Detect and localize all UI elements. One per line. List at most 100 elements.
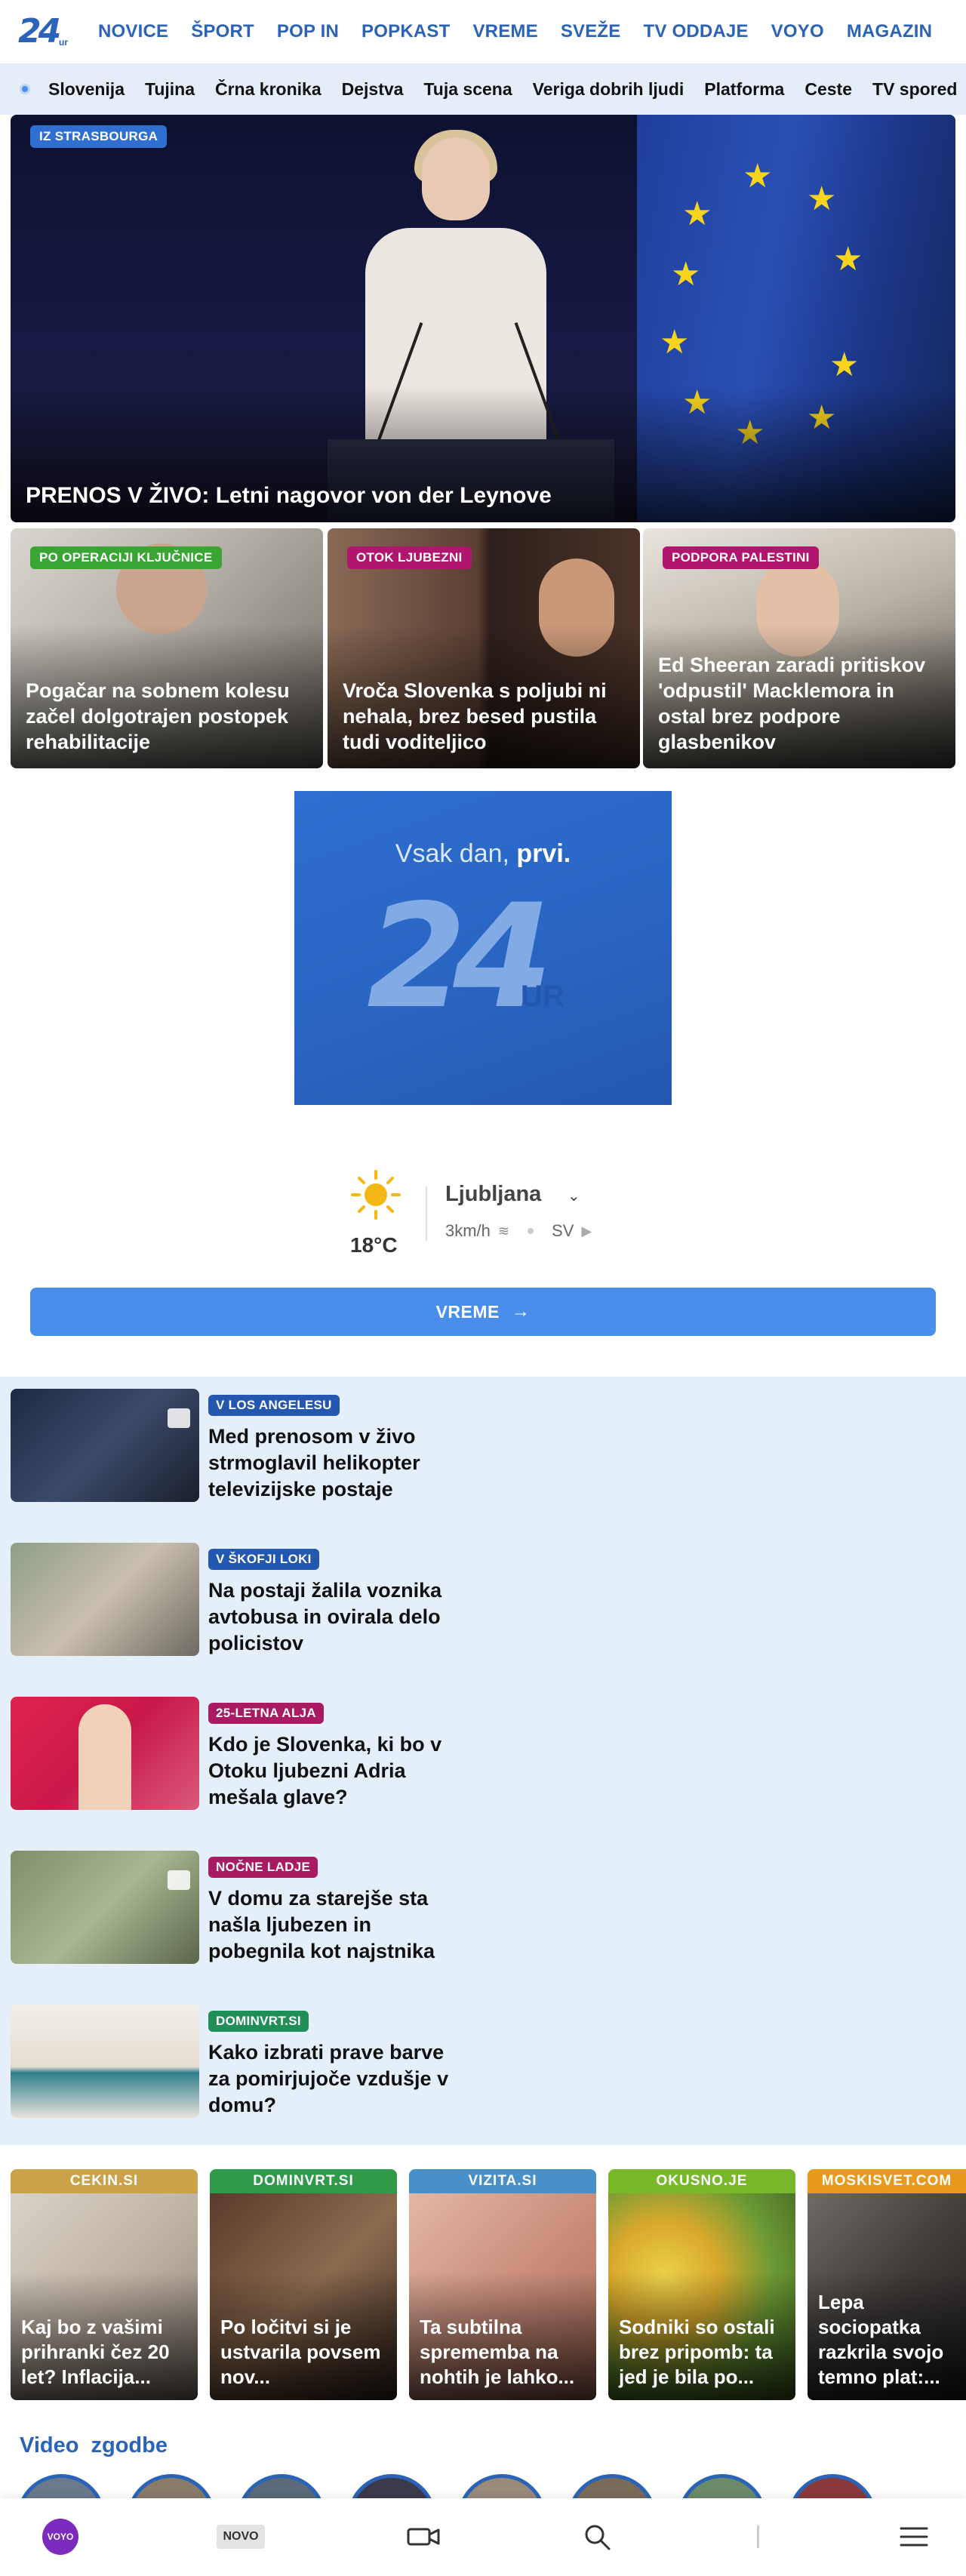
ad-logo-suffix: UR [521,980,565,1013]
video-camera-icon [407,2528,440,2546]
subnav-slovenija[interactable]: Slovenija [48,79,125,100]
gallery-icon [168,1408,190,1428]
sub-navigation: Slovenija Tujina Črna kronika Dejstva Tu… [0,63,966,115]
ad-logo-number: 24 [367,873,552,1040]
live-dot-icon [20,84,30,94]
list-thumbnail [11,1543,199,1656]
list-title[interactable]: Kako izbrati prave barve za pomirjujoče … [208,2039,465,2119]
weather-divider [426,1186,427,1241]
partner-source: VIZITA.SI [409,2169,596,2193]
list-tag: DOMINVRT.SI [208,2011,309,2032]
card-tag: PODPORA PALESTINI [663,546,819,569]
subnav-tuja-scena[interactable]: Tuja scena [423,79,512,100]
partner-card[interactable]: VIZITA.SI Ta subtilna sprememba na nohti… [409,2169,596,2400]
hamburger-menu-icon [900,2527,928,2547]
list-thumbnail [11,1851,199,1964]
top-navigation: 24 ur NOVICE ŠPORT POP IN POPKAST VREME … [0,0,966,63]
subnav-crna-kronika[interactable]: Črna kronika [215,79,321,100]
partner-source: MOSKISVET.COM [808,2169,966,2193]
novo-button[interactable]: NOVO [213,2519,269,2554]
arrow-right-icon: → [511,1301,531,1322]
wind-speed: 3km/h [445,1221,491,1240]
card-title[interactable]: Vroča Slovenka s poljubi ni nehala, brez… [343,678,626,755]
nav-tv-oddaje[interactable]: TV ODDAJE [644,0,749,63]
partner-source: DOMINVRT.SI [210,2169,397,2193]
list-title[interactable]: Med prenosom v živo strmoglavil helikopt… [208,1423,465,1503]
card-tag: PO OPERACIJI KLJUČNICE [30,546,222,569]
menu-button[interactable] [895,2519,933,2554]
nav-sport[interactable]: ŠPORT [191,0,254,63]
video-button[interactable] [405,2519,442,2554]
list-item[interactable]: NOČNE LADJE V domu za starejše sta našla… [11,1851,955,1964]
subnav-veriga-dobrih-ljudi[interactable]: Veriga dobrih ljudi [533,79,685,100]
nav-pop-in[interactable]: POP IN [277,0,339,63]
weather-button-label: VREME [435,1301,500,1322]
nav-magazin[interactable]: MAGAZIN [847,0,932,63]
subnav-ceste[interactable]: Ceste [804,79,852,100]
partner-card[interactable]: DOMINVRT.SI Po ločitvi si je ustvarila p… [210,2169,397,2400]
sun-icon [349,1168,402,1221]
partner-title[interactable]: Ta subtilna sprememba na nohtih je lahko… [420,2315,589,2390]
direction-arrow-icon: ▶ [581,1223,592,1239]
partner-card[interactable]: MOSKISVET.COM Lepa sociopatka razkrila s… [808,2169,966,2400]
nav-novice[interactable]: NOVICE [98,0,168,63]
site-logo[interactable]: 24 ur [18,14,68,49]
ad-slogan: Vsak dan, prvi. [395,839,571,868]
voyo-button[interactable]: VOYO [39,2519,82,2555]
hero-article[interactable]: ★ ★ ★ ★ ★ ★ ★ ★ ★ ★ IZ STRASBOURGA PRENO… [11,115,955,522]
logo-number: 24 [18,12,61,51]
nav-voyo[interactable]: VOYO [771,0,824,63]
weather-button[interactable]: VREME → [30,1288,936,1336]
list-tag: V LOS ANGELESU [208,1395,340,1416]
partner-title[interactable]: Po ločitvi si je ustvarila povsem nov... [220,2315,389,2390]
weather-wind: 3km/h ≋ SV ▶ [445,1221,592,1241]
partner-title[interactable]: Lepa sociopatka razkrila svojo temno pla… [818,2290,958,2390]
list-title[interactable]: V domu za starejše sta našla ljubezen in… [208,1885,465,1965]
search-button[interactable] [578,2519,616,2554]
novo-badge: NOVO [217,2525,265,2549]
partner-title[interactable]: Kaj bo z vašimi prihranki čez 20 let? In… [21,2315,190,2390]
chevron-down-icon[interactable]: ⌄ [568,1186,580,1205]
main-nav-links: NOVICE ŠPORT POP IN POPKAST VREME SVEŽE … [98,0,955,63]
subnav-tv-spored[interactable]: TV spored [872,79,957,100]
advertisement-banner[interactable]: Vsak dan, prvi. 24 UR [294,791,672,1105]
search-icon [585,2525,611,2550]
list-thumbnail [11,1697,199,1810]
bottom-navigation: VOYO NOVO [0,2498,966,2576]
video-stories-title: Video zgodbe [20,2433,168,2458]
list-thumbnail [11,1389,199,1502]
article-card[interactable]: PODPORA PALESTINI Ed Sheeran zaradi prit… [643,528,955,768]
voyo-logo-icon: VOYO [42,2519,78,2555]
list-item[interactable]: V ŠKOFJI LOKI Na postaji žalila voznika … [11,1543,955,1656]
nav-sveze[interactable]: SVEŽE [561,0,621,63]
weather-temperature: 18°C [350,1233,398,1257]
list-thumbnail [11,2005,199,2118]
card-title[interactable]: Pogačar na sobnem kolesu začel dolgotraj… [26,678,309,755]
hero-title[interactable]: PRENOS V ŽIVO: Letni nagovor von der Ley… [26,483,552,509]
list-item[interactable]: DOMINVRT.SI Kako izbrati prave barve za … [11,2005,955,2118]
partner-card[interactable]: CEKIN.SI Kaj bo z vašimi prihranki čez 2… [11,2169,198,2400]
gallery-icon [168,1870,190,1890]
list-item[interactable]: 25-LETNA ALJA Kdo je Slovenka, ki bo v O… [11,1697,955,1810]
partner-source: OKUSNO.JE [608,2169,795,2193]
wind-direction: SV [552,1221,574,1240]
subnav-platforma[interactable]: Platforma [704,79,784,100]
weather-city-select[interactable]: Ljubljana [445,1182,541,1207]
nav-popkast[interactable]: POPKAST [361,0,450,63]
subnav-dejstva[interactable]: Dejstva [342,79,404,100]
card-title[interactable]: Ed Sheeran zaradi pritiskov 'odpustil' M… [658,652,942,755]
logo-suffix: ur [59,37,68,48]
partner-title[interactable]: Sodniki so ostali brez pripomb: ta jed j… [619,2315,788,2390]
article-card[interactable]: OTOK LJUBEZNI Vroča Slovenka s poljubi n… [328,528,640,768]
article-card[interactable]: PO OPERACIJI KLJUČNICE Pogačar na sobnem… [11,528,323,768]
list-item[interactable]: V LOS ANGELESU Med prenosom v živo strmo… [11,1389,955,1502]
list-tag: NOČNE LADJE [208,1857,318,1878]
subnav-tujina[interactable]: Tujina [145,79,195,100]
partner-card[interactable]: OKUSNO.JE Sodniki so ostali brez pripomb… [608,2169,795,2400]
separator [750,2519,765,2554]
list-title[interactable]: Kdo je Slovenka, ki bo v Otoku ljubezni … [208,1731,465,1811]
nav-vreme[interactable]: VREME [472,0,537,63]
list-title[interactable]: Na postaji žalila voznika avtobusa in ov… [208,1577,465,1657]
card-tag: OTOK LJUBEZNI [347,546,472,569]
hero-tag: IZ STRASBOURGA [30,125,168,148]
